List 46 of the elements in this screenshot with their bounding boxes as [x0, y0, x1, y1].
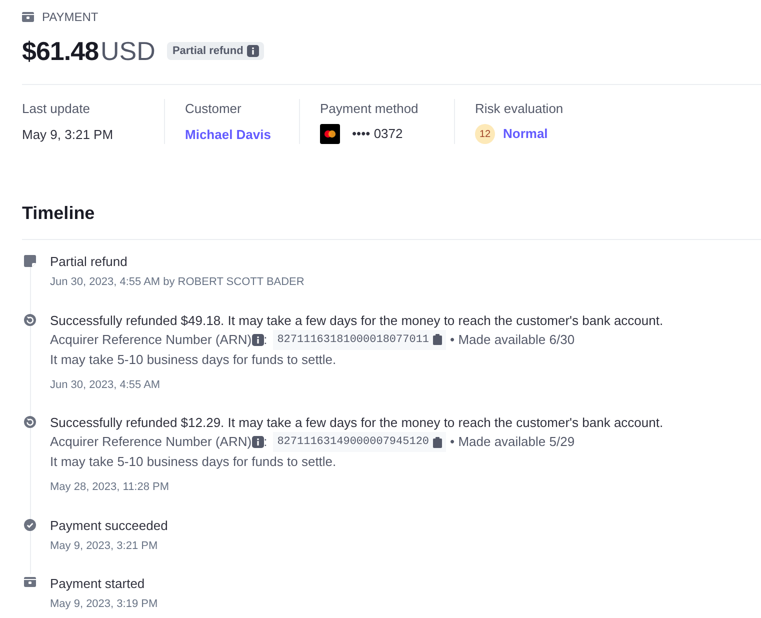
summary-label: Payment method: [320, 100, 420, 118]
risk-score-badge: 12: [475, 124, 495, 144]
risk-level-link[interactable]: Normal: [503, 124, 548, 144]
clipboard-icon[interactable]: [433, 436, 442, 448]
event-time: Jun 30, 2023, 4:55 AM: [50, 378, 162, 392]
status-badge: Partial refund: [167, 42, 264, 60]
note-icon: [24, 255, 36, 267]
refund-icon: [24, 314, 36, 326]
customer-link[interactable]: Michael Davis: [185, 124, 279, 144]
summary-value: May 9, 3:21 PM: [22, 126, 114, 144]
refund-icon: [24, 416, 36, 428]
check-icon: [24, 518, 36, 530]
arn-label: Acquirer Reference Number (ARN): [50, 433, 252, 451]
made-available: • Made available 6/30: [450, 330, 575, 348]
event-time: Jun 30, 2023, 4:55 AM by ROBERT SCOTT BADER: [50, 275, 304, 290]
currency: USD: [100, 34, 156, 68]
event-title: Partial refund: [50, 253, 128, 271]
summary-label: Customer: [185, 100, 242, 118]
settle-note: It may take 5-10 business days for funds to settle.: [50, 453, 338, 471]
info-icon[interactable]: [252, 334, 264, 346]
wallet-icon: [24, 577, 36, 587]
settle-note: It may take 5-10 business days for funds to settle.: [50, 350, 338, 369]
arn-code: 82711163181000018077011: [273, 330, 446, 350]
event-time: May 9, 2023, 3:19 PM: [50, 597, 158, 612]
event-title: Successfully refunded $12.29. It may take a few days for the money to reach the customer's bank account.: [50, 414, 664, 432]
timeline-heading: Timeline: [22, 202, 96, 225]
colon: :: [264, 330, 268, 348]
clipboard-icon[interactable]: [433, 334, 442, 345]
info-icon[interactable]: [247, 45, 260, 57]
info-icon[interactable]: [252, 436, 264, 448]
arn-label: Acquirer Reference Number (ARN): [50, 330, 252, 349]
event-title: Successfully refunded $49.18. It may take a few days for the money to reach the customer's bank account.: [50, 312, 664, 330]
payment-label: PAYMENT: [42, 9, 98, 26]
payment-icon: [22, 12, 34, 22]
card-number: •••• 0372: [352, 125, 403, 144]
summary-label: Last update: [22, 100, 91, 118]
event-time: May 28, 2023, 11:28 PM: [50, 480, 170, 495]
colon: :: [264, 433, 268, 451]
summary-label: Risk evaluation: [475, 100, 564, 118]
event-time: May 9, 2023, 3:21 PM: [50, 538, 159, 554]
arn-code: 82711163149000007945120: [273, 432, 446, 452]
amount: $61.48: [22, 34, 99, 68]
event-title: Payment started: [50, 575, 146, 593]
event-title: Payment succeeded: [50, 516, 168, 534]
card-brand-icon: [320, 124, 340, 144]
made-available: • Made available 5/29: [450, 433, 575, 451]
